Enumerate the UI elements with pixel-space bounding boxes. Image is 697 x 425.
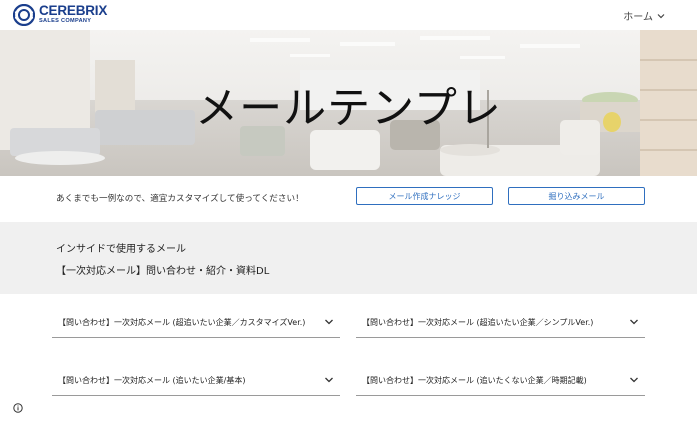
logo[interactable]: CEREBRIX SALES COMPANY xyxy=(13,3,107,26)
nav-home[interactable]: ホーム xyxy=(623,8,665,23)
accordion-label: 【問い合わせ】一次対応メール (超追いたい企業／シンプルVer.) xyxy=(362,318,594,327)
accordion-item[interactable]: 【問い合わせ】一次対応メール (追いたくない企業／時期記載) xyxy=(356,372,645,396)
logo-name: CEREBRIX xyxy=(39,3,108,19)
page-title: メールテンプレ xyxy=(195,84,502,134)
email-knowledge-button[interactable]: メール作成ナレッジ xyxy=(356,187,493,205)
chevron-down-icon xyxy=(325,319,333,325)
logo-mark-icon xyxy=(13,3,35,26)
section-subheading: 【一次対応メール】問い合わせ・紹介・資料DL xyxy=(56,266,270,277)
info-icon[interactable] xyxy=(13,403,23,413)
chevron-down-icon xyxy=(630,319,638,325)
chevron-down-icon xyxy=(325,377,333,383)
followup-email-button[interactable]: 掘り込みメール xyxy=(508,187,645,205)
section-banner: インサイドで使用するメール 【一次対応メール】問い合わせ・紹介・資料DL xyxy=(0,222,697,294)
accordion-label: 【問い合わせ】一次対応メール (追いたくない企業／時期記載) xyxy=(362,376,587,385)
chevron-down-icon xyxy=(630,377,638,383)
site-header: CEREBRIX SALES COMPANY ホーム xyxy=(0,0,697,30)
section-heading: インサイドで使用するメール xyxy=(56,244,186,255)
intro-text: あくまでも一例なので、適宜カスタマイズして使ってください！ xyxy=(56,194,304,204)
accordion-item[interactable]: 【問い合わせ】一次対応メール (追いたい企業/基本) xyxy=(52,372,340,396)
accordion-label: 【問い合わせ】一次対応メール (追いたい企業/基本) xyxy=(58,376,246,385)
accordion-item[interactable]: 【問い合わせ】一次対応メール (超追いたい企業／カスタマイズVer.) xyxy=(52,314,340,338)
accordion-label: 【問い合わせ】一次対応メール (超追いたい企業／カスタマイズVer.) xyxy=(58,318,306,327)
logo-subtitle: SALES COMPANY xyxy=(39,17,92,24)
accordion-item[interactable]: 【問い合わせ】一次対応メール (超追いたい企業／シンプルVer.) xyxy=(356,314,645,338)
nav-home-label: ホーム xyxy=(623,12,653,23)
chevron-down-icon xyxy=(657,13,665,18)
hero-banner: メールテンプレ xyxy=(0,30,697,176)
